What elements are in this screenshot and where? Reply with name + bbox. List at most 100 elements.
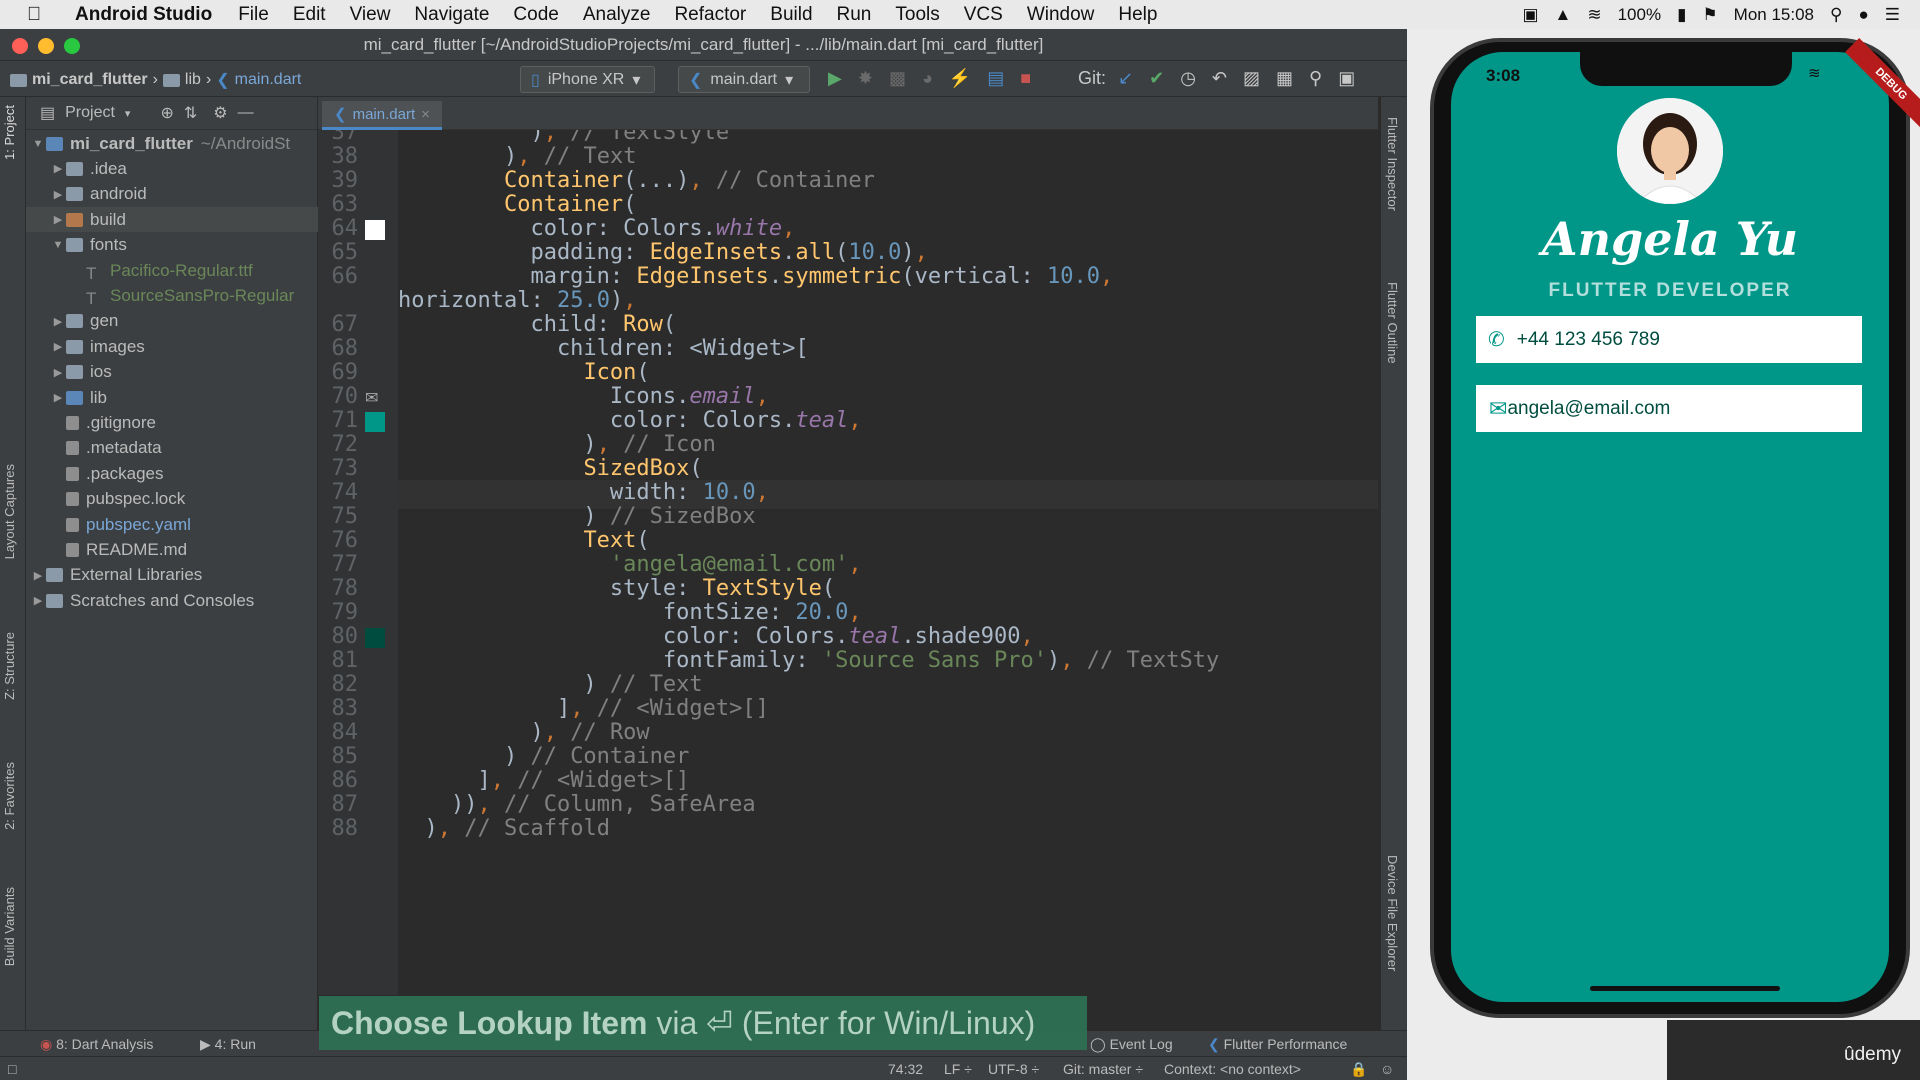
code-editor[interactable]: ), // TextStyle ), // Text Container(...… xyxy=(398,130,1378,995)
menu-vcs[interactable]: VCS xyxy=(964,4,1003,26)
flag-icon[interactable]: ⚑ xyxy=(1702,5,1717,25)
screen-record-icon[interactable]: ▣ xyxy=(1522,5,1538,25)
tree-item[interactable]: ▶ lib xyxy=(26,385,318,410)
chevron-right-icon[interactable]: ▶ xyxy=(30,569,46,582)
notification-center-icon[interactable]: ☰ xyxy=(1885,5,1900,25)
phone-card[interactable]: ✆ +44 123 456 789 xyxy=(1476,316,1862,363)
hide-panel-icon[interactable]: — xyxy=(238,104,254,122)
spotlight-search-icon[interactable]: ⚲ xyxy=(1830,5,1842,25)
chevron-right-icon[interactable]: ▶ xyxy=(50,366,66,379)
hot-restart-icon[interactable]: ▤ xyxy=(987,68,1004,89)
run-config-selector[interactable]: ❮ main.dart ▾ xyxy=(678,66,810,93)
chevron-right-icon[interactable]: ▶ xyxy=(50,162,66,175)
breadcrumb-lib[interactable]: lib xyxy=(185,71,201,89)
chevron-right-icon[interactable]: ▶ xyxy=(50,391,66,404)
wifi-icon[interactable]: ≋ xyxy=(1587,5,1601,25)
tree-item[interactable]: T Pacifico-Regular.ttf xyxy=(26,258,318,283)
menu-refactor[interactable]: Refactor xyxy=(674,4,746,26)
tab-dart-analysis[interactable]: ◉ 8: Dart Analysis xyxy=(40,1036,153,1053)
project-view-selector[interactable]: Project xyxy=(65,104,115,122)
tab-main-dart[interactable]: ❮ main.dart × xyxy=(322,101,442,130)
tab-event-log[interactable]: ◯ Event Log xyxy=(1090,1036,1173,1053)
tree-item[interactable]: pubspec.lock xyxy=(26,487,318,512)
git-revert-icon[interactable]: ↶ xyxy=(1212,68,1227,89)
run-icon[interactable]: ▶ xyxy=(828,68,842,89)
device-selector[interactable]: ▯ iPhone XR ▾ xyxy=(520,66,655,93)
tree-item[interactable]: ▶ gen xyxy=(26,309,318,334)
menu-code[interactable]: Code xyxy=(513,4,558,26)
chevron-right-icon[interactable]: ▶ xyxy=(50,213,66,226)
git-update-icon[interactable]: ↙ xyxy=(1118,68,1133,89)
tree-item[interactable]: ▼ mi_card_flutter ~/AndroidSt xyxy=(26,131,318,156)
avd-manager-icon[interactable]: ▨ xyxy=(1243,68,1260,89)
coverage-icon[interactable]: ▩ xyxy=(889,68,906,89)
zoom-window-button[interactable] xyxy=(64,38,80,54)
search-icon[interactable]: ⚲ xyxy=(1309,68,1322,89)
clock[interactable]: Mon 15:08 xyxy=(1734,5,1814,25)
chevron-down-icon[interactable]: ▼ xyxy=(50,239,66,251)
debug-icon[interactable]: ✸ xyxy=(858,68,873,89)
email-card[interactable]: ✉ angela@email.com xyxy=(1476,385,1862,432)
menu-navigate[interactable]: Navigate xyxy=(414,4,489,26)
git-branch[interactable]: Git: master ÷ xyxy=(1063,1061,1143,1077)
menu-analyze[interactable]: Analyze xyxy=(583,4,651,26)
tab-structure[interactable]: Z: Structure xyxy=(2,632,17,700)
tree-item[interactable]: .gitignore xyxy=(26,410,318,435)
battery-percent[interactable]: 100% xyxy=(1618,5,1661,25)
menu-file[interactable]: File xyxy=(238,4,269,26)
git-history-icon[interactable]: ◷ xyxy=(1180,68,1196,89)
menu-window[interactable]: Window xyxy=(1027,4,1095,26)
tree-item[interactable]: pubspec.yaml xyxy=(26,512,318,537)
close-tab-icon[interactable]: × xyxy=(421,106,430,123)
git-commit-icon[interactable]: ✔ xyxy=(1149,68,1164,89)
breadcrumb-file[interactable]: main.dart xyxy=(235,71,302,89)
code-line[interactable]: ), // Scaffold xyxy=(398,816,609,845)
siri-icon[interactable]: ● xyxy=(1858,5,1868,25)
tab-device-file-explorer[interactable]: Device File Explorer xyxy=(1385,855,1400,971)
lock-icon[interactable]: 🔒 xyxy=(1350,1061,1367,1078)
line-separator[interactable]: LF ÷ xyxy=(944,1061,972,1077)
close-window-button[interactable] xyxy=(12,38,28,54)
tab-flutter-inspector[interactable]: Flutter Inspector xyxy=(1385,117,1400,211)
editor-gutter[interactable]: 37 38 39 63 64 65 66 67 68 69 70 ✉ 71 72 73 74 75 76 77 78 7… xyxy=(318,130,398,995)
sdk-manager-icon[interactable]: ▦ xyxy=(1276,68,1293,89)
chevron-right-icon[interactable]: ▶ xyxy=(50,315,66,328)
tab-layout-captures[interactable]: Layout Captures xyxy=(2,464,17,559)
tree-item[interactable]: ▶ External Libraries xyxy=(26,563,318,588)
home-indicator[interactable] xyxy=(1590,986,1780,991)
tab-project[interactable]: 1: Project xyxy=(2,105,17,160)
color-swatch-icon[interactable] xyxy=(365,412,385,432)
color-swatch-icon[interactable] xyxy=(365,220,385,240)
app-menu[interactable]: Android Studio xyxy=(75,4,212,26)
tree-item[interactable]: ▶ Scratches and Consoles xyxy=(26,588,318,613)
tree-item[interactable]: ▶ android xyxy=(26,182,318,207)
tree-item[interactable]: README.md xyxy=(26,537,318,562)
tree-item[interactable]: ▶ .idea xyxy=(26,156,318,181)
tab-build-variants[interactable]: Build Variants xyxy=(2,887,17,966)
minimize-window-button[interactable] xyxy=(38,38,54,54)
menu-help[interactable]: Help xyxy=(1118,4,1157,26)
tab-flutter-outline[interactable]: Flutter Outline xyxy=(1385,282,1400,364)
locate-icon[interactable]: ⊕ xyxy=(160,103,173,123)
tree-item[interactable]: ▶ build xyxy=(26,207,318,233)
file-encoding[interactable]: UTF-8 ÷ xyxy=(988,1061,1039,1077)
tree-item[interactable]: .metadata xyxy=(26,436,318,461)
chevron-right-icon[interactable]: ▶ xyxy=(50,340,66,353)
tab-favorites[interactable]: 2: Favorites xyxy=(2,762,17,830)
hot-reload-icon[interactable]: ⚡ xyxy=(949,68,971,89)
tab-run[interactable]: ▶ 4: Run xyxy=(200,1036,256,1053)
menu-run[interactable]: Run xyxy=(837,4,872,26)
color-swatch-icon[interactable] xyxy=(365,628,385,648)
chevron-down-icon[interactable]: ▼ xyxy=(30,138,46,150)
hector-icon[interactable]: ☺ xyxy=(1380,1061,1394,1077)
stop-icon[interactable]: ■ xyxy=(1020,68,1031,89)
apple-icon[interactable]:  xyxy=(27,4,49,26)
tree-item[interactable]: ▼ fonts xyxy=(26,233,318,258)
email-icon[interactable]: ✉ xyxy=(365,388,385,408)
toggle-tool-windows-icon[interactable]: □ xyxy=(8,1061,16,1077)
user-icon[interactable]: ▣ xyxy=(1338,68,1355,89)
chevron-down-icon[interactable]: ▾ xyxy=(125,107,131,120)
profile-icon[interactable]: ◕ xyxy=(922,68,933,89)
tab-flutter-performance[interactable]: ❮ Flutter Performance xyxy=(1208,1036,1347,1053)
chevron-right-icon[interactable]: ▶ xyxy=(30,594,46,607)
